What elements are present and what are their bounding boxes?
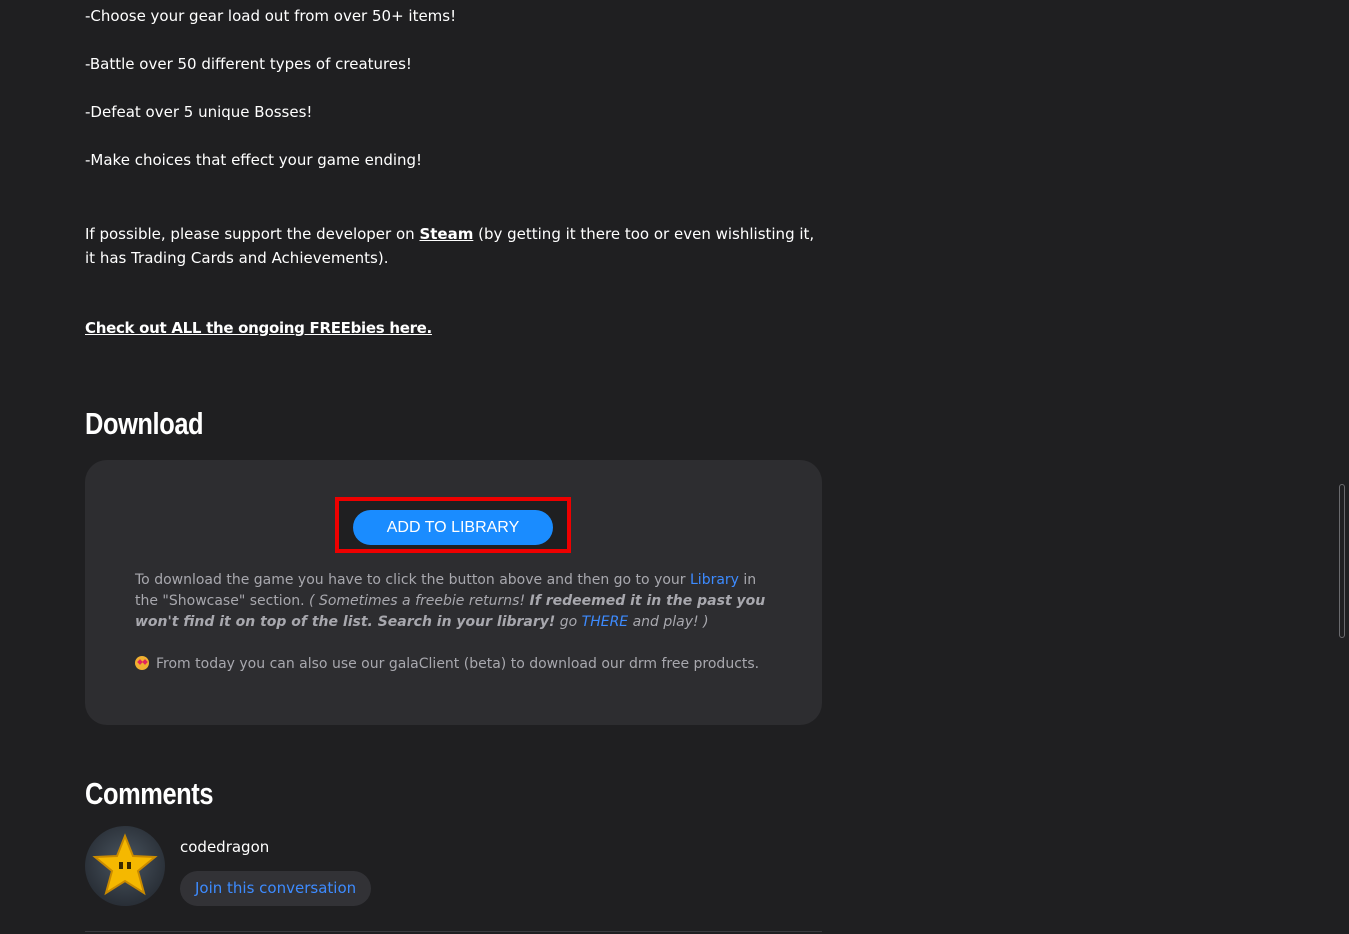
download-instructions: To download the game you have to click t… xyxy=(135,570,775,633)
there-link[interactable]: THERE xyxy=(582,614,629,630)
download-box: ADD TO LIBRARY To download the game you … xyxy=(85,460,822,725)
join-conversation-button[interactable]: Join this conversation xyxy=(180,871,372,906)
comments-heading: Comments xyxy=(85,776,214,811)
add-to-library-button[interactable]: ADD TO LIBRARY xyxy=(353,510,553,545)
divider xyxy=(85,931,822,932)
comment-username[interactable]: codedragon xyxy=(180,837,269,857)
support-text-prefix: If possible, please support the develope… xyxy=(85,225,420,243)
pixel-star-icon xyxy=(92,833,158,896)
instructions-italic: ( Sometimes a freebie returns! xyxy=(309,593,530,609)
avatar[interactable] xyxy=(85,826,165,906)
feature-item: -Choose your gear load out from over 50+… xyxy=(85,7,457,25)
freebies-link[interactable]: Check out ALL the ongoing FREEbies here. xyxy=(85,318,432,338)
star-struck-emoji-icon xyxy=(135,656,149,670)
instructions-text: To download the game you have to click t… xyxy=(135,572,690,588)
steam-link[interactable]: Steam xyxy=(419,225,473,243)
feature-item: -Defeat over 5 unique Bosses! xyxy=(85,103,313,121)
note-text: From today you can also use our xyxy=(156,656,389,672)
galaclient-link[interactable]: galaClient (beta) xyxy=(389,656,506,672)
feature-item: -Make choices that effect your game endi… xyxy=(85,151,423,169)
note-text: to download our drm free products. xyxy=(506,656,760,672)
download-heading: Download xyxy=(85,406,204,441)
support-paragraph: If possible, please support the develope… xyxy=(85,222,825,270)
instructions-italic: go xyxy=(555,614,582,630)
instructions-italic: and play! ) xyxy=(628,614,709,630)
galaclient-note: From today you can also use our galaClie… xyxy=(135,654,775,675)
feature-item: -Battle over 50 different types of creat… xyxy=(85,55,412,73)
scrollbar-thumb[interactable] xyxy=(1339,484,1345,638)
library-link[interactable]: Library xyxy=(690,572,739,588)
page: -Choose your gear load out from over 50+… xyxy=(0,0,1349,934)
